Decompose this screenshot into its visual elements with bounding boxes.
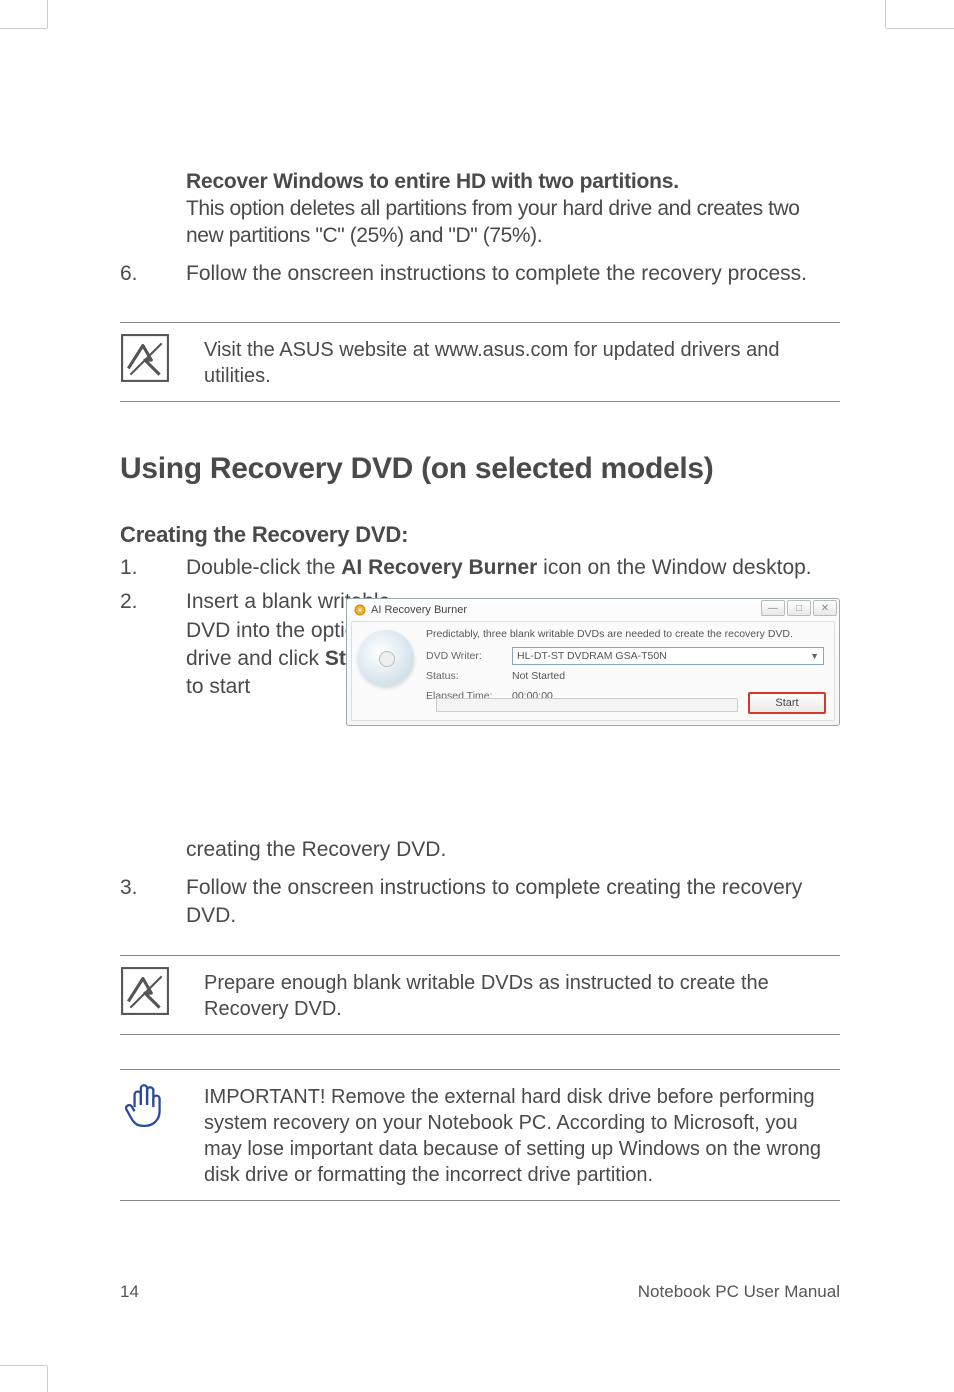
dvd-writer-value: HL-DT-ST DVDRAM GSA-T50N	[517, 650, 667, 662]
hand-stop-icon	[120, 1080, 170, 1130]
step-number: 2.	[120, 588, 186, 701]
step-3: 3. Follow the onscreen instructions to c…	[120, 874, 840, 931]
note-asus-website: Visit the ASUS website at www.asus.com f…	[120, 322, 840, 402]
note-icon	[120, 333, 170, 383]
progress-bar	[436, 698, 738, 712]
note-icon	[120, 966, 170, 1016]
important-text: IMPORTANT! Remove the external hard disk…	[204, 1080, 840, 1188]
text-pre: Double-click the	[186, 556, 341, 579]
step-text: Double-click the AI Recovery Burner icon…	[186, 554, 840, 582]
note-text: Visit the ASUS website at www.asus.com f…	[204, 333, 840, 389]
option-desc: This option deletes all partitions from …	[186, 196, 840, 250]
chevron-down-icon: ▼	[810, 651, 819, 661]
ai-recovery-burner-window: AI Recovery Burner — □ ✕ Predictably, th…	[346, 598, 840, 726]
heading-creating-recovery-dvd: Creating the Recovery DVD:	[120, 522, 840, 548]
step-2-continuation: creating the Recovery DVD.	[186, 838, 840, 862]
text-bold: AI Recovery Burner	[341, 556, 537, 579]
page-footer: 14 Notebook PC User Manual	[120, 1282, 840, 1302]
step-text: Follow the onscreen instructions to comp…	[186, 874, 840, 931]
window-title: AI Recovery Burner	[371, 604, 467, 616]
close-button[interactable]: ✕	[813, 600, 837, 616]
important-note: IMPORTANT! Remove the external hard disk…	[120, 1069, 840, 1201]
step-number: 3.	[120, 874, 186, 931]
step-6: 6. Follow the onscreen instructions to c…	[120, 260, 840, 288]
start-button[interactable]: Start	[748, 692, 826, 714]
app-icon	[353, 603, 367, 617]
prediction-message: Predictably, three blank writable DVDs a…	[426, 628, 824, 640]
manual-title: Notebook PC User Manual	[638, 1282, 840, 1302]
dvd-writer-label: DVD Writer:	[426, 650, 512, 662]
status-label: Status:	[426, 670, 512, 682]
page-number: 14	[120, 1282, 139, 1302]
dvd-writer-select[interactable]: HL-DT-ST DVDRAM GSA-T50N ▼	[512, 647, 824, 665]
step-number: 6.	[120, 260, 186, 288]
option-title: Recover Windows to entire HD with two pa…	[186, 170, 840, 194]
text-post: icon on the Window desktop.	[537, 556, 811, 579]
note-text: Prepare enough blank writable DVDs as in…	[204, 966, 840, 1022]
maximize-button[interactable]: □	[787, 600, 811, 616]
disc-icon	[358, 630, 414, 686]
note-prepare-dvds: Prepare enough blank writable DVDs as in…	[120, 955, 840, 1035]
minimize-button[interactable]: —	[761, 600, 785, 616]
step-1: 1. Double-click the AI Recovery Burner i…	[120, 554, 840, 582]
step-text: Follow the onscreen instructions to comp…	[186, 260, 840, 288]
step-number: 1.	[120, 554, 186, 582]
heading-using-recovery-dvd: Using Recovery DVD (on selected models)	[120, 452, 840, 486]
status-value: Not Started	[512, 670, 565, 682]
text-post: to start	[186, 675, 250, 698]
